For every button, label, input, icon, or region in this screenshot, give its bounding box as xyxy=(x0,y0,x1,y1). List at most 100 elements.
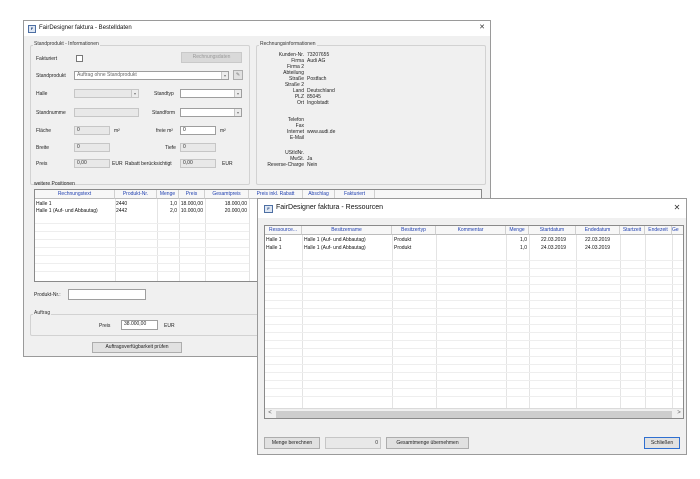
chevron-down-icon[interactable]: ▾ xyxy=(234,109,241,116)
ressourcen-table[interactable]: Ressource... Besitzername Besitzertyp Ko… xyxy=(264,225,684,419)
scrollbar-thumb[interactable] xyxy=(276,411,672,418)
scroll-right-icon[interactable]: > xyxy=(674,409,683,418)
row-divider xyxy=(265,292,683,293)
halle-label: Halle xyxy=(36,91,48,97)
table-cell: 22.03.2019 xyxy=(585,237,611,243)
app-icon: F xyxy=(264,205,273,213)
table-cell xyxy=(437,244,506,252)
reverse-charge-label: Reverse-Charge xyxy=(267,162,304,168)
table-cell: 24.03.2019 xyxy=(541,245,567,251)
frei-label: freie m² xyxy=(156,128,173,134)
column-header[interactable]: Endezeit xyxy=(645,226,672,235)
rechnungsdaten-button[interactable]: Rechnungsdaten xyxy=(181,52,242,63)
edit-standprodukt-button[interactable]: ✎ xyxy=(233,70,243,80)
row-divider xyxy=(265,268,683,269)
rabatt-label: Rabatt berücksichtigt xyxy=(125,161,172,167)
column-header[interactable]: Endedatum xyxy=(576,226,620,235)
column-header[interactable]: Menge xyxy=(506,226,529,235)
schliessen-button[interactable]: Schließen xyxy=(644,437,680,449)
auftrag-preis-label: Preis xyxy=(99,323,111,329)
menge-berechnen-button[interactable]: Menge berechnen xyxy=(264,437,320,449)
weitere-positionen-title: weitere Positionen xyxy=(34,181,75,187)
auftrag-preis-field[interactable]: 38.000,00 xyxy=(121,320,158,330)
row-divider xyxy=(265,324,683,325)
tiefe-value: 0 xyxy=(183,144,186,150)
standprodukt-combo[interactable]: Auftrag ohne Standprodukt ▾ xyxy=(74,71,229,80)
row-divider xyxy=(265,300,683,301)
table-cell: Halle 1 (Auf- und Abbautag) xyxy=(304,245,366,251)
chevron-down-icon[interactable]: ▾ xyxy=(234,90,241,97)
pencil-icon: ✎ xyxy=(235,72,241,78)
breite-field[interactable]: 0 xyxy=(74,143,110,152)
email-label: E-Mail xyxy=(289,135,304,141)
row-divider xyxy=(265,276,683,277)
flaeche-value: 0 xyxy=(77,127,80,133)
table-cell: 1,0 xyxy=(520,245,527,251)
standtyp-combo[interactable]: ▾ xyxy=(180,89,242,98)
standprodukt-group-title: Standprodukt - Informationen xyxy=(33,41,100,47)
fakturiert-checkbox[interactable] xyxy=(76,55,83,62)
ort-value: Ingolstadt xyxy=(307,100,329,106)
table-cell xyxy=(437,236,506,244)
halle-combo[interactable]: ▾ xyxy=(74,89,139,98)
preis-value: 0,00 xyxy=(77,160,87,166)
column-header[interactable]: Startzeit xyxy=(620,226,645,235)
column-header[interactable]: Besitzertyp xyxy=(392,226,436,235)
chevron-down-icon[interactable]: ▾ xyxy=(221,72,228,79)
close-icon[interactable]: ✕ xyxy=(476,23,488,31)
verfuegbarkeit-pruefen-button[interactable]: Auftragsverfügbarkeit prüfen xyxy=(92,342,182,353)
firma-value: Audi AG xyxy=(307,58,326,64)
row-divider xyxy=(35,255,249,256)
column-header[interactable]: Preis xyxy=(179,190,205,199)
column-header[interactable]: Rechnungstext xyxy=(35,190,115,199)
table-cell: 1,0 xyxy=(520,237,527,243)
column-header[interactable]: Startdatum xyxy=(529,226,576,235)
standform-combo[interactable]: ▾ xyxy=(180,108,242,117)
column-header[interactable]: Menge xyxy=(157,190,179,199)
rabatt-field[interactable]: 0,00 xyxy=(180,159,216,168)
row-divider xyxy=(265,340,683,341)
standnummer-field[interactable] xyxy=(74,108,139,117)
chevron-down-icon[interactable]: ▾ xyxy=(131,90,138,97)
produktnr-field[interactable] xyxy=(68,289,146,300)
row-divider xyxy=(35,263,249,264)
column-header[interactable]: Ge xyxy=(672,226,683,235)
column-header[interactable]: Besitzername xyxy=(302,226,392,235)
menge-field[interactable]: 0 xyxy=(325,437,381,449)
column-header[interactable]: Kommentar xyxy=(436,226,506,235)
breite-value: 0 xyxy=(77,144,80,150)
flaeche-field[interactable]: 0 xyxy=(74,126,110,135)
menge-value: 0 xyxy=(375,440,378,446)
app-icon: F xyxy=(28,25,36,33)
row-divider xyxy=(265,388,683,389)
auftrag-group-title: Auftrag xyxy=(33,310,52,316)
row-divider xyxy=(265,372,683,373)
flaeche-label: Fläche xyxy=(36,128,52,134)
preis-label: Preis xyxy=(36,161,48,167)
frei-field[interactable]: 0 xyxy=(180,126,216,135)
breite-label: Breite xyxy=(36,145,50,151)
table-cell: 10.000,00 xyxy=(180,208,203,214)
row-divider xyxy=(265,260,683,261)
table-cell: Halle 1 xyxy=(266,245,282,251)
column-header[interactable]: Produkt-Nr. xyxy=(115,190,157,199)
tiefe-field[interactable]: 0 xyxy=(180,143,216,152)
column-header[interactable]: Gesamtpreis xyxy=(205,190,249,199)
row-divider xyxy=(265,316,683,317)
column-header[interactable]: Ressource... xyxy=(265,226,302,235)
row-divider xyxy=(35,271,249,272)
gesamtmenge-uebernehmen-button[interactable]: Gesamtmenge übernehmen xyxy=(386,437,469,449)
preis-unit: EUR xyxy=(112,161,123,167)
preis-field[interactable]: 0,00 xyxy=(74,159,110,168)
table-cell: Produkt xyxy=(394,237,412,243)
rechnung-group-title: Rechnungsinformationen xyxy=(259,41,317,47)
rabatt-value: 0,00 xyxy=(183,160,193,166)
standform-label: Standform xyxy=(152,110,176,116)
row-divider xyxy=(35,247,249,248)
close-icon[interactable]: ✕ xyxy=(670,203,684,212)
row-divider xyxy=(265,380,683,381)
horizontal-scrollbar[interactable]: < > xyxy=(265,408,683,418)
row-divider xyxy=(265,356,683,357)
scroll-left-icon[interactable]: < xyxy=(265,409,275,418)
table-cell: 20.000,00 xyxy=(224,208,247,214)
